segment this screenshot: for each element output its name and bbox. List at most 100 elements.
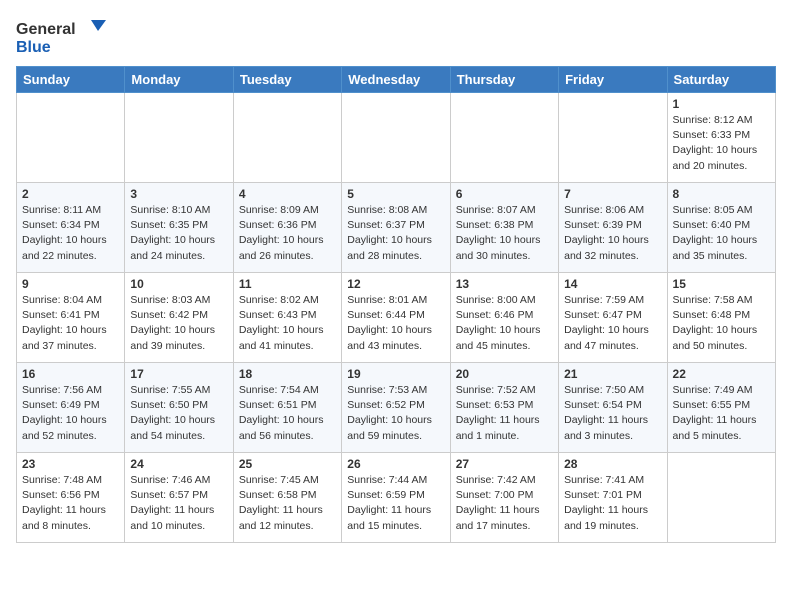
weekday-header-sunday: Sunday (17, 67, 125, 93)
calendar-cell: 13 Sunrise: 8:00 AMSunset: 6:46 PMDayligh… (450, 273, 558, 363)
calendar-week-2: 2 Sunrise: 8:11 AMSunset: 6:34 PMDaylight… (17, 183, 776, 273)
day-number: 3 (130, 187, 227, 201)
calendar-cell: 16 Sunrise: 7:56 AMSunset: 6:49 PMDayligh… (17, 363, 125, 453)
day-info: Sunrise: 8:12 AMSunset: 6:33 PMDaylight:… (673, 113, 770, 174)
day-number: 11 (239, 277, 336, 291)
day-number: 4 (239, 187, 336, 201)
calendar-cell (342, 93, 450, 183)
day-number: 17 (130, 367, 227, 381)
calendar-week-3: 9 Sunrise: 8:04 AMSunset: 6:41 PMDaylight… (17, 273, 776, 363)
day-info: Sunrise: 7:46 AMSunset: 6:57 PMDaylight:… (130, 473, 227, 534)
calendar-cell: 26 Sunrise: 7:44 AMSunset: 6:59 PMDayligh… (342, 453, 450, 543)
calendar-table: SundayMondayTuesdayWednesdayThursdayFrid… (16, 66, 776, 543)
calendar-cell: 19 Sunrise: 7:53 AMSunset: 6:52 PMDayligh… (342, 363, 450, 453)
day-number: 6 (456, 187, 553, 201)
calendar-cell: 1 Sunrise: 8:12 AMSunset: 6:33 PMDaylight… (667, 93, 775, 183)
weekday-header-friday: Friday (559, 67, 667, 93)
day-number: 23 (22, 457, 119, 471)
calendar-cell (233, 93, 341, 183)
day-number: 15 (673, 277, 770, 291)
calendar-week-4: 16 Sunrise: 7:56 AMSunset: 6:49 PMDayligh… (17, 363, 776, 453)
calendar-cell: 27 Sunrise: 7:42 AMSunset: 7:00 PMDayligh… (450, 453, 558, 543)
day-info: Sunrise: 8:06 AMSunset: 6:39 PMDaylight:… (564, 203, 661, 264)
calendar-cell: 22Sunrise: 7:49 AMSunset: 6:55 PMDayligh… (667, 363, 775, 453)
day-number: 25 (239, 457, 336, 471)
calendar-cell: 4 Sunrise: 8:09 AMSunset: 6:36 PMDaylight… (233, 183, 341, 273)
day-info: Sunrise: 8:07 AMSunset: 6:38 PMDaylight:… (456, 203, 553, 264)
day-info: Sunrise: 8:10 AMSunset: 6:35 PMDaylight:… (130, 203, 227, 264)
day-number: 21 (564, 367, 661, 381)
day-info: Sunrise: 7:45 AMSunset: 6:58 PMDaylight:… (239, 473, 336, 534)
calendar-cell (667, 453, 775, 543)
day-number: 7 (564, 187, 661, 201)
day-number: 19 (347, 367, 444, 381)
day-info: Sunrise: 8:05 AMSunset: 6:40 PMDaylight:… (673, 203, 770, 264)
calendar-cell (17, 93, 125, 183)
calendar-week-5: 23 Sunrise: 7:48 AMSunset: 6:56 PMDayligh… (17, 453, 776, 543)
calendar-cell: 2 Sunrise: 8:11 AMSunset: 6:34 PMDaylight… (17, 183, 125, 273)
calendar-cell: 20 Sunrise: 7:52 AMSunset: 6:53 PMDayligh… (450, 363, 558, 453)
day-number: 9 (22, 277, 119, 291)
day-number: 13 (456, 277, 553, 291)
day-info: Sunrise: 7:55 AMSunset: 6:50 PMDaylight:… (130, 383, 227, 444)
day-info: Sunrise: 8:04 AMSunset: 6:41 PMDaylight:… (22, 293, 119, 354)
day-number: 14 (564, 277, 661, 291)
day-info: Sunrise: 7:52 AMSunset: 6:53 PMDaylight:… (456, 383, 553, 444)
day-info: Sunrise: 7:49 AMSunset: 6:55 PMDaylight:… (673, 383, 770, 444)
logo: GeneralBlue (16, 16, 126, 58)
calendar-cell: 18 Sunrise: 7:54 AMSunset: 6:51 PMDayligh… (233, 363, 341, 453)
day-number: 27 (456, 457, 553, 471)
day-number: 26 (347, 457, 444, 471)
day-number: 20 (456, 367, 553, 381)
weekday-header-row: SundayMondayTuesdayWednesdayThursdayFrid… (17, 67, 776, 93)
day-info: Sunrise: 8:11 AMSunset: 6:34 PMDaylight:… (22, 203, 119, 264)
day-info: Sunrise: 7:50 AMSunset: 6:54 PMDaylight:… (564, 383, 661, 444)
day-info: Sunrise: 8:02 AMSunset: 6:43 PMDaylight:… (239, 293, 336, 354)
day-info: Sunrise: 7:44 AMSunset: 6:59 PMDaylight:… (347, 473, 444, 534)
day-info: Sunrise: 8:03 AMSunset: 6:42 PMDaylight:… (130, 293, 227, 354)
logo-svg: GeneralBlue (16, 16, 126, 58)
calendar-cell: 24 Sunrise: 7:46 AMSunset: 6:57 PMDayligh… (125, 453, 233, 543)
day-number: 18 (239, 367, 336, 381)
svg-text:Blue: Blue (16, 39, 51, 56)
day-info: Sunrise: 7:59 AMSunset: 6:47 PMDaylight:… (564, 293, 661, 354)
weekday-header-wednesday: Wednesday (342, 67, 450, 93)
page-header: GeneralBlue (16, 16, 776, 58)
calendar-cell: 5 Sunrise: 8:08 AMSunset: 6:37 PMDaylight… (342, 183, 450, 273)
day-info: Sunrise: 8:00 AMSunset: 6:46 PMDaylight:… (456, 293, 553, 354)
day-info: Sunrise: 7:42 AMSunset: 7:00 PMDaylight:… (456, 473, 553, 534)
calendar-cell (559, 93, 667, 183)
day-number: 1 (673, 97, 770, 111)
calendar-cell: 17 Sunrise: 7:55 AMSunset: 6:50 PMDayligh… (125, 363, 233, 453)
day-number: 24 (130, 457, 227, 471)
weekday-header-thursday: Thursday (450, 67, 558, 93)
svg-text:General: General (16, 21, 76, 38)
calendar-cell: 10 Sunrise: 8:03 AMSunset: 6:42 PMDayligh… (125, 273, 233, 363)
calendar-week-1: 1 Sunrise: 8:12 AMSunset: 6:33 PMDaylight… (17, 93, 776, 183)
calendar-cell: 3 Sunrise: 8:10 AMSunset: 6:35 PMDaylight… (125, 183, 233, 273)
day-number: 8 (673, 187, 770, 201)
calendar-cell: 7 Sunrise: 8:06 AMSunset: 6:39 PMDaylight… (559, 183, 667, 273)
calendar-cell (450, 93, 558, 183)
day-number: 12 (347, 277, 444, 291)
day-info: Sunrise: 7:56 AMSunset: 6:49 PMDaylight:… (22, 383, 119, 444)
calendar-cell: 8 Sunrise: 8:05 AMSunset: 6:40 PMDaylight… (667, 183, 775, 273)
day-info: Sunrise: 8:09 AMSunset: 6:36 PMDaylight:… (239, 203, 336, 264)
weekday-header-tuesday: Tuesday (233, 67, 341, 93)
day-number: 10 (130, 277, 227, 291)
day-number: 16 (22, 367, 119, 381)
day-number: 5 (347, 187, 444, 201)
day-number: 2 (22, 187, 119, 201)
weekday-header-monday: Monday (125, 67, 233, 93)
day-info: Sunrise: 7:58 AMSunset: 6:48 PMDaylight:… (673, 293, 770, 354)
calendar-cell: 15 Sunrise: 7:58 AMSunset: 6:48 PMDayligh… (667, 273, 775, 363)
day-info: Sunrise: 7:53 AMSunset: 6:52 PMDaylight:… (347, 383, 444, 444)
calendar-cell: 25 Sunrise: 7:45 AMSunset: 6:58 PMDayligh… (233, 453, 341, 543)
day-info: Sunrise: 7:54 AMSunset: 6:51 PMDaylight:… (239, 383, 336, 444)
day-info: Sunrise: 8:08 AMSunset: 6:37 PMDaylight:… (347, 203, 444, 264)
day-info: Sunrise: 7:48 AMSunset: 6:56 PMDaylight:… (22, 473, 119, 534)
calendar-cell: 12 Sunrise: 8:01 AMSunset: 6:44 PMDayligh… (342, 273, 450, 363)
calendar-cell: 9 Sunrise: 8:04 AMSunset: 6:41 PMDaylight… (17, 273, 125, 363)
day-info: Sunrise: 8:01 AMSunset: 6:44 PMDaylight:… (347, 293, 444, 354)
calendar-cell: 28Sunrise: 7:41 AMSunset: 7:01 PMDayligh… (559, 453, 667, 543)
